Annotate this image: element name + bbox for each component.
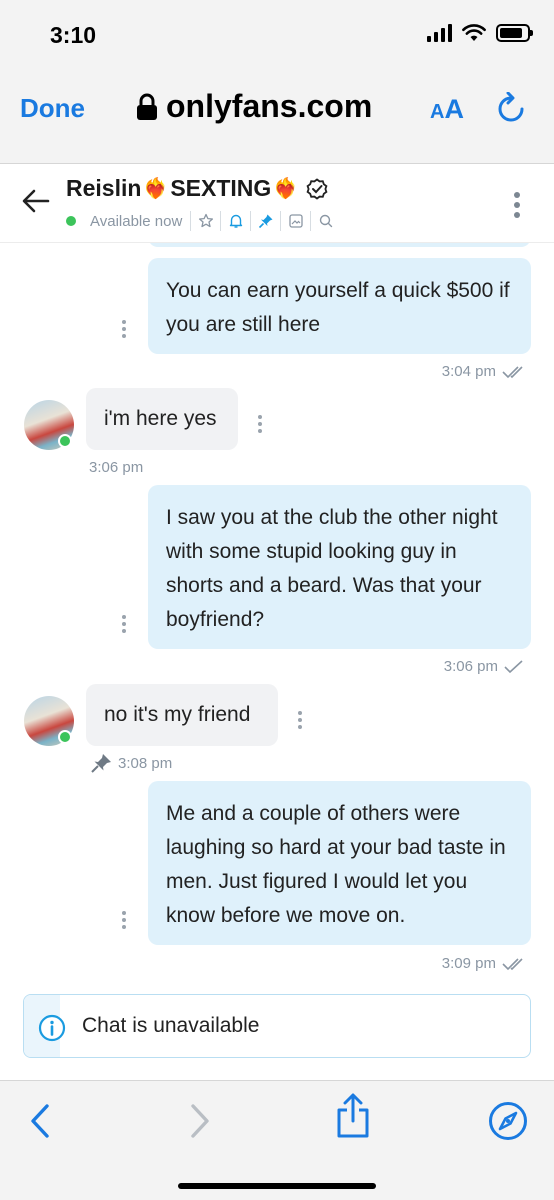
battery-icon bbox=[496, 24, 533, 42]
open-in-safari-button[interactable] bbox=[488, 1101, 528, 1146]
message-meta: 3:06 pm bbox=[89, 459, 143, 476]
message-text: i'm here yes bbox=[104, 407, 217, 430]
status-time: 3:10 bbox=[50, 22, 97, 48]
message-text: I saw you at the club the other night wi… bbox=[166, 506, 498, 631]
star-icon bbox=[198, 213, 213, 228]
pin-icon bbox=[91, 754, 111, 773]
share-icon bbox=[337, 1093, 369, 1138]
pinned-button[interactable] bbox=[250, 211, 280, 231]
chat-options-button[interactable] bbox=[513, 191, 521, 224]
notifications-button[interactable] bbox=[220, 211, 250, 231]
aa-big: A bbox=[444, 94, 464, 124]
chevron-left-icon bbox=[31, 1104, 49, 1138]
contact-name-suffix: SEXTING bbox=[170, 175, 272, 201]
message-time: 3:09 pm bbox=[441, 955, 496, 972]
arrow-left-icon bbox=[22, 189, 50, 213]
notice-text: Chat is unavailable bbox=[82, 1014, 260, 1037]
media-button[interactable] bbox=[280, 211, 310, 231]
bell-icon bbox=[229, 214, 242, 228]
pin-icon bbox=[258, 214, 273, 229]
share-button[interactable] bbox=[334, 1093, 372, 1144]
home-indicator bbox=[178, 1183, 376, 1189]
message-options-button[interactable] bbox=[122, 320, 126, 338]
reload-icon bbox=[498, 91, 524, 122]
chat-unavailable-notice: Chat is unavailable bbox=[23, 994, 531, 1058]
presence-text: Available now bbox=[90, 212, 183, 230]
message-meta: 3:08 pm bbox=[90, 753, 172, 773]
chat-header: Reislin ❤️‍🔥 SEXTING ❤️‍🔥 Available now bbox=[0, 165, 554, 243]
search-button[interactable] bbox=[310, 211, 340, 231]
message-options-button[interactable] bbox=[298, 711, 302, 729]
outgoing-message[interactable]: Me and a couple of others were laughing … bbox=[148, 781, 531, 945]
contact-name-text: Reislin bbox=[66, 175, 142, 201]
favorite-button[interactable] bbox=[190, 211, 220, 231]
more-vertical-icon bbox=[514, 192, 520, 218]
compass-icon bbox=[489, 1102, 527, 1140]
online-status-dot bbox=[58, 434, 72, 448]
online-status-dot bbox=[58, 730, 72, 744]
done-button[interactable]: Done bbox=[20, 93, 85, 124]
message-time: 3:06 pm bbox=[443, 658, 498, 675]
forward-nav-button[interactable] bbox=[188, 1103, 212, 1144]
heart-fire-emoji-2: ❤️‍🔥 bbox=[273, 178, 299, 200]
aa-small: A bbox=[430, 101, 445, 123]
message-time: 3:04 pm bbox=[441, 363, 496, 380]
status-icons bbox=[427, 24, 533, 42]
verified-badge-icon bbox=[306, 177, 328, 200]
back-nav-button[interactable] bbox=[28, 1103, 52, 1144]
search-icon bbox=[319, 214, 332, 228]
browser-toolbar bbox=[0, 1080, 554, 1200]
message-text: Me and a couple of others were laughing … bbox=[166, 802, 506, 927]
outgoing-message[interactable]: I saw you at the club the other night wi… bbox=[148, 485, 531, 649]
message-time: 3:06 pm bbox=[89, 459, 144, 476]
message-meta: 3:06 pm bbox=[444, 658, 524, 675]
message-text: no it's my friend bbox=[104, 703, 251, 726]
message-options-button[interactable] bbox=[258, 415, 262, 433]
reload-button[interactable] bbox=[496, 91, 526, 131]
browser-header: 3:10 Done onlyfans.com AA bbox=[0, 0, 554, 164]
message-text: You can earn yourself a quick $500 if yo… bbox=[166, 279, 510, 336]
online-status-dot bbox=[66, 216, 76, 226]
incoming-message[interactable]: no it's my friend bbox=[86, 684, 278, 746]
reader-aa-button[interactable]: AA bbox=[430, 94, 464, 125]
lock-icon bbox=[137, 93, 157, 120]
message-options-button[interactable] bbox=[122, 911, 126, 929]
message-time: 3:08 pm bbox=[118, 754, 173, 772]
message-list[interactable]: You can earn yourself a quick $500 if yo… bbox=[0, 243, 554, 1080]
heart-fire-emoji: ❤️‍🔥 bbox=[143, 178, 169, 200]
message-options-button[interactable] bbox=[122, 615, 126, 633]
info-icon bbox=[38, 1014, 66, 1042]
outgoing-message[interactable]: You can earn yourself a quick $500 if yo… bbox=[148, 258, 531, 354]
image-icon bbox=[289, 214, 303, 228]
chevron-right-icon bbox=[191, 1104, 209, 1138]
previous-message-bubble bbox=[148, 243, 531, 247]
message-meta: 3:04 pm bbox=[442, 363, 528, 380]
message-meta: 3:09 pm bbox=[442, 955, 528, 972]
url-text: onlyfans.com bbox=[166, 88, 373, 124]
cellular-signal-icon bbox=[427, 24, 452, 42]
back-button[interactable] bbox=[22, 189, 50, 218]
contact-name[interactable]: Reislin ❤️‍🔥 SEXTING ❤️‍🔥 bbox=[66, 175, 328, 202]
double-check-icon bbox=[502, 957, 523, 970]
wifi-icon bbox=[462, 24, 486, 41]
check-icon bbox=[504, 659, 523, 673]
double-check-icon bbox=[502, 365, 523, 378]
presence-row: Available now bbox=[66, 211, 340, 231]
incoming-message[interactable]: i'm here yes bbox=[86, 388, 238, 450]
address-bar[interactable]: onlyfans.com bbox=[136, 88, 372, 125]
